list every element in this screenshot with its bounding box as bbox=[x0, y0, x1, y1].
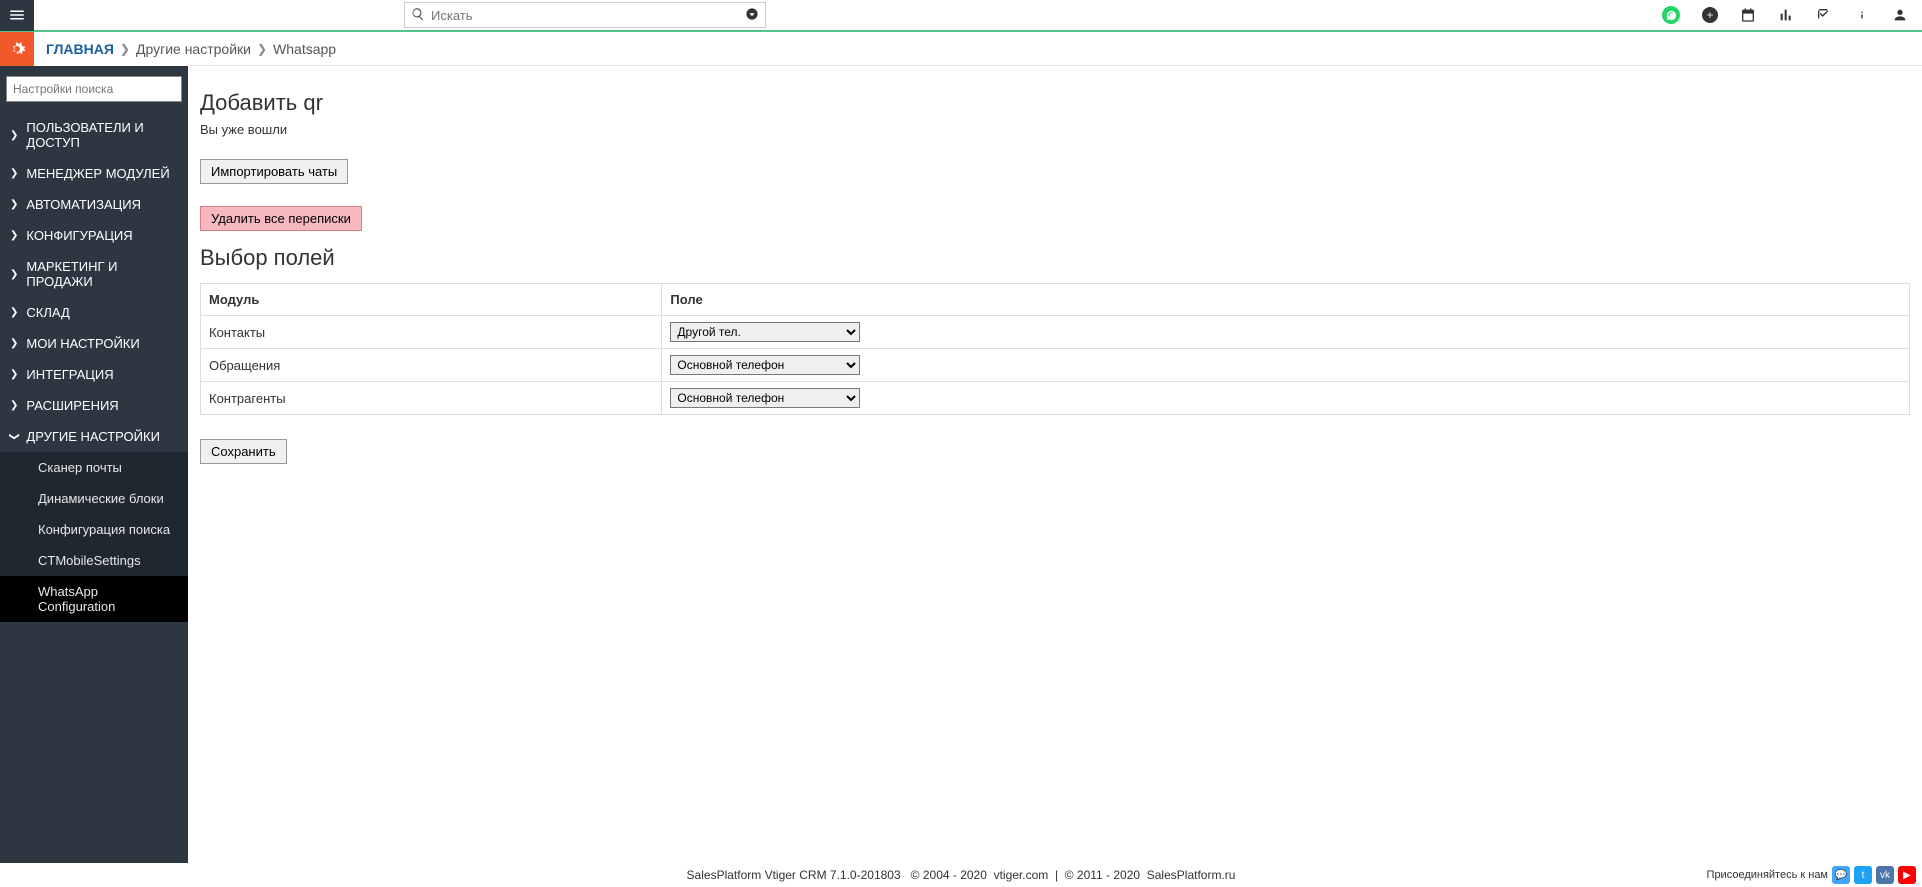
footer-copyright2: © 2011 - 2020 bbox=[1065, 868, 1140, 882]
chevron-right-icon: ❯ bbox=[10, 199, 18, 210]
chevron-right-icon: ❯ bbox=[10, 168, 18, 179]
import-chats-button[interactable]: Импортировать чаты bbox=[200, 159, 348, 184]
social-vk-icon[interactable]: vk bbox=[1876, 866, 1894, 884]
sidebar-item-my-settings[interactable]: ❯ МОИ НАСТРОЙКИ bbox=[0, 328, 188, 359]
module-cell: Контакты bbox=[201, 316, 662, 349]
footer-product: SalesPlatform Vtiger CRM 7.1.0-201803 bbox=[687, 868, 901, 882]
tasks-icon[interactable] bbox=[1816, 7, 1832, 23]
breadcrumb-other[interactable]: Другие настройки bbox=[136, 41, 251, 57]
footer-salesplatform-link[interactable]: SalesPlatform.ru bbox=[1147, 868, 1236, 882]
breadcrumb-current: Whatsapp bbox=[273, 41, 336, 57]
sidebar-item-label: МОИ НАСТРОЙКИ bbox=[26, 336, 139, 351]
sidebar-item-label: ДРУГИЕ НАСТРОЙКИ bbox=[26, 429, 160, 444]
sidebar-item-configuration[interactable]: ❯ КОНФИГУРАЦИЯ bbox=[0, 220, 188, 251]
chevron-down-icon: ❯ bbox=[9, 432, 20, 440]
field-select-accounts[interactable]: Основной телефон bbox=[670, 388, 860, 408]
sidebar-item-integration[interactable]: ❯ ИНТЕГРАЦИЯ bbox=[0, 359, 188, 390]
footer-sep: | bbox=[1055, 868, 1058, 882]
sidebar-item-other-settings[interactable]: ❯ ДРУГИЕ НАСТРОЙКИ bbox=[0, 421, 188, 452]
main: ГЛАВНАЯ ❯ Другие настройки ❯ Whatsapp До… bbox=[188, 32, 1922, 863]
sidebar-search-input[interactable] bbox=[6, 76, 182, 102]
sidebar-item-extensions[interactable]: ❯ РАСШИРЕНИЯ bbox=[0, 390, 188, 421]
social-youtube-icon[interactable]: ▶ bbox=[1898, 866, 1916, 884]
sub-item-search-config[interactable]: Конфигурация поиска bbox=[0, 514, 188, 545]
chevron-right-icon: ❯ bbox=[10, 269, 18, 280]
chevron-right-icon: ❯ bbox=[120, 42, 130, 56]
sidebar-item-label: МАРКЕТИНГ И ПРОДАЖИ bbox=[26, 259, 178, 289]
sidebar-item-modules[interactable]: ❯ МЕНЕДЖЕР МОДУЛЕЙ bbox=[0, 158, 188, 189]
sidebar-item-label: ПОЛЬЗОВАТЕЛИ И ДОСТУП bbox=[26, 120, 178, 150]
sidebar-item-automation[interactable]: ❯ АВТОМАТИЗАЦИЯ bbox=[0, 189, 188, 220]
fields-table: Модуль Поле Контакты Другой тел. Обращен… bbox=[200, 283, 1910, 415]
module-cell: Обращения bbox=[201, 349, 662, 382]
sub-item-ctmobile[interactable]: CTMobileSettings bbox=[0, 545, 188, 576]
reports-icon[interactable] bbox=[1778, 7, 1794, 23]
chevron-right-icon: ❯ bbox=[10, 230, 18, 241]
logged-in-text: Вы уже вошли bbox=[200, 122, 1910, 137]
chevron-right-icon: ❯ bbox=[10, 307, 18, 318]
user-icon[interactable] bbox=[1892, 7, 1908, 23]
settings-sidebar: ❯ ПОЛЬЗОВАТЕЛИ И ДОСТУП ❯ МЕНЕДЖЕР МОДУЛЕЙ… bbox=[0, 66, 188, 863]
footer-join-text: Присоединяйтесь к нам bbox=[1707, 869, 1828, 881]
page-title: Добавить qr bbox=[200, 90, 1910, 116]
topbar bbox=[0, 0, 1922, 32]
save-button[interactable]: Сохранить bbox=[200, 439, 287, 464]
search-dropdown-icon[interactable] bbox=[745, 7, 759, 24]
calendar-icon[interactable] bbox=[1740, 7, 1756, 23]
info-icon[interactable] bbox=[1854, 7, 1870, 23]
breadcrumb: ГЛАВНАЯ ❯ Другие настройки ❯ Whatsapp bbox=[46, 41, 336, 57]
sidebar-item-label: СКЛАД bbox=[26, 305, 69, 320]
th-module: Модуль bbox=[201, 284, 662, 316]
sidebar-item-label: АВТОМАТИЗАЦИЯ bbox=[26, 197, 141, 212]
sidebar-submenu: Сканер почты Динамические блоки Конфигур… bbox=[0, 452, 188, 622]
module-cell: Контрагенты bbox=[201, 382, 662, 415]
table-row: Обращения Основной телефон bbox=[201, 349, 1910, 382]
field-select-contacts[interactable]: Другой тел. bbox=[670, 322, 860, 342]
delete-all-button[interactable]: Удалить все переписки bbox=[200, 206, 362, 231]
body: ❯ ПОЛЬЗОВАТЕЛИ И ДОСТУП ❯ МЕНЕДЖЕР МОДУЛЕЙ… bbox=[0, 32, 1922, 863]
sidebar-item-label: РАСШИРЕНИЯ bbox=[26, 398, 118, 413]
chevron-right-icon: ❯ bbox=[10, 369, 18, 380]
sidebar-item-users[interactable]: ❯ ПОЛЬЗОВАТЕЛИ И ДОСТУП bbox=[0, 112, 188, 158]
search-input[interactable] bbox=[431, 8, 745, 23]
sub-item-dynamic-blocks[interactable]: Динамические блоки bbox=[0, 483, 188, 514]
breadcrumb-home[interactable]: ГЛАВНАЯ bbox=[46, 41, 114, 57]
breadcrumb-bar: ГЛАВНАЯ ❯ Другие настройки ❯ Whatsapp bbox=[188, 32, 1922, 66]
th-field: Поле bbox=[662, 284, 1910, 316]
fields-header: Выбор полей bbox=[200, 245, 1910, 271]
sub-item-whatsapp-config[interactable]: WhatsApp Configuration bbox=[0, 576, 188, 622]
social-chat-icon[interactable]: 💬 bbox=[1832, 866, 1850, 884]
social-twitter-icon[interactable]: t bbox=[1854, 866, 1872, 884]
sidebar-item-marketing[interactable]: ❯ МАРКЕТИНГ И ПРОДАЖИ bbox=[0, 251, 188, 297]
settings-gear-button[interactable] bbox=[0, 32, 34, 66]
chevron-right-icon: ❯ bbox=[257, 42, 267, 56]
sidebar-item-warehouse[interactable]: ❯ СКЛАД bbox=[0, 297, 188, 328]
table-row: Контакты Другой тел. bbox=[201, 316, 1910, 349]
sidebar-item-label: КОНФИГУРАЦИЯ bbox=[26, 228, 132, 243]
content: Добавить qr Вы уже вошли Импортировать ч… bbox=[188, 66, 1922, 476]
menu-toggle-button[interactable] bbox=[0, 0, 34, 31]
sidebar-item-label: МЕНЕДЖЕР МОДУЛЕЙ bbox=[26, 166, 169, 181]
global-search[interactable] bbox=[404, 2, 766, 28]
sidebar-search[interactable] bbox=[6, 76, 182, 102]
whatsapp-icon[interactable] bbox=[1662, 6, 1680, 24]
footer: SalesPlatform Vtiger CRM 7.1.0-201803 © … bbox=[0, 863, 1922, 887]
sidebar-item-label: ИНТЕГРАЦИЯ bbox=[26, 367, 113, 382]
chevron-right-icon: ❯ bbox=[10, 130, 18, 141]
footer-vtiger-link[interactable]: vtiger.com bbox=[994, 868, 1049, 882]
table-row: Контрагенты Основной телефон bbox=[201, 382, 1910, 415]
top-icons bbox=[1662, 6, 1922, 24]
sub-item-mail-scanner[interactable]: Сканер почты bbox=[0, 452, 188, 483]
search-icon bbox=[411, 7, 425, 24]
field-select-tickets[interactable]: Основной телефон bbox=[670, 355, 860, 375]
footer-social: Присоединяйтесь к нам 💬 t vk ▶ bbox=[1707, 866, 1916, 884]
add-icon[interactable] bbox=[1702, 7, 1718, 23]
chevron-right-icon: ❯ bbox=[10, 400, 18, 411]
chevron-right-icon: ❯ bbox=[10, 338, 18, 349]
footer-copyright1: © 2004 - 2020 bbox=[911, 868, 987, 882]
left-column: ❯ ПОЛЬЗОВАТЕЛИ И ДОСТУП ❯ МЕНЕДЖЕР МОДУЛЕЙ… bbox=[0, 32, 188, 863]
